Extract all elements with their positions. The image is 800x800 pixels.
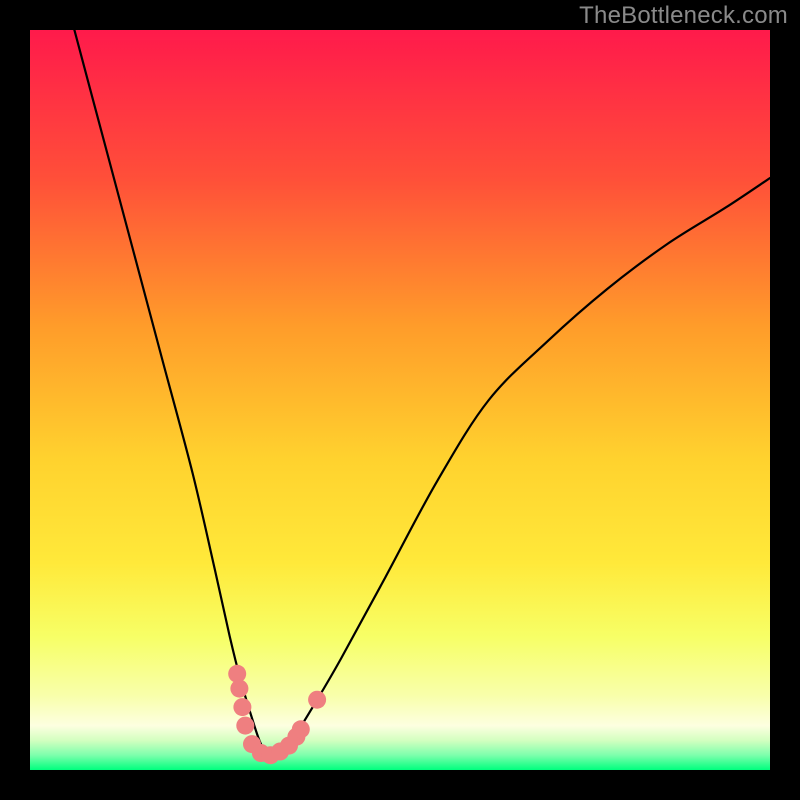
watermark-text: TheBottleneck.com: [579, 2, 788, 30]
gradient-bg: [30, 30, 770, 770]
chart-frame: TheBottleneck.com: [0, 0, 800, 800]
marker-dot: [230, 680, 248, 698]
marker-dot: [292, 720, 310, 738]
chart-svg: [30, 30, 770, 770]
marker-dot: [308, 691, 326, 709]
bottleneck-chart: [30, 30, 770, 770]
marker-dot: [233, 698, 251, 716]
marker-dot: [236, 717, 254, 735]
